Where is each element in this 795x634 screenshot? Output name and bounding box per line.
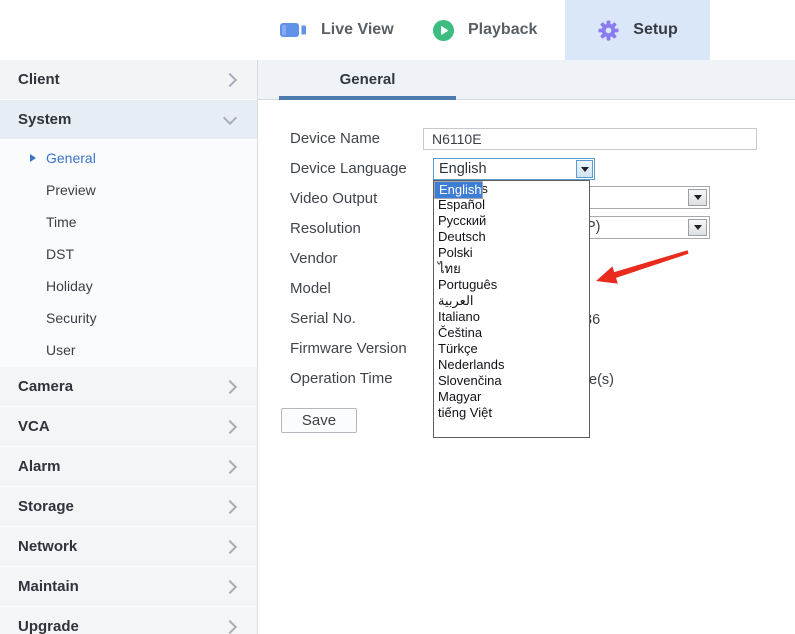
dropdown-arrow-icon (693, 225, 702, 230)
vendor-label: Vendor (290, 250, 338, 267)
chevron-right-icon (222, 419, 238, 434)
sidebar-group-label: Alarm (18, 458, 61, 475)
nav-playback-label: Playback (468, 21, 538, 38)
language-option-11[interactable]: Türkçe (434, 341, 589, 357)
sidebar-group-alarm[interactable]: Alarm (0, 447, 257, 487)
tab-general[interactable]: General (279, 60, 456, 99)
operation-time-label: Operation Time (290, 370, 393, 387)
serial-no-label: Serial No. (290, 310, 356, 327)
language-option-4[interactable]: Deutsch (434, 229, 589, 245)
sidebar-group-label: VCA (18, 418, 50, 435)
device-language-dropdown-button[interactable] (576, 160, 593, 178)
language-option-13[interactable]: Slovenčina (434, 373, 589, 389)
sidebar-group-system[interactable]: System (0, 100, 257, 140)
chevron-down-icon (222, 110, 238, 125)
dropdown-arrow-icon (580, 166, 589, 172)
content-tab-bar: General (258, 60, 795, 100)
nav-setup-label: Setup (633, 21, 678, 38)
nav-live-view-label: Live View (321, 21, 394, 38)
sidebar-item-label: Holiday (46, 278, 93, 294)
dropdown-arrow-icon (693, 195, 702, 200)
language-dropdown-list: EnglishFrançaisEspañolРусскийDeutschPols… (433, 180, 590, 438)
sidebar-group-label: Storage (18, 498, 74, 515)
settings-sidebar: Client System General Preview Time DST Holid… (0, 60, 258, 634)
language-option-14[interactable]: Magyar (434, 389, 589, 405)
chevron-right-icon (222, 499, 238, 514)
language-option-15[interactable]: tiếng Việt (434, 405, 589, 421)
chevron-right-icon (222, 579, 238, 594)
sidebar-group-storage[interactable]: Storage (0, 487, 257, 527)
sidebar-group-client-label: Client (18, 71, 60, 88)
language-option-0[interactable]: English (434, 181, 483, 199)
language-option-12[interactable]: Nederlands (434, 357, 589, 373)
language-option-3[interactable]: Русский (434, 213, 589, 229)
chevron-right-icon (222, 72, 238, 87)
operation-time-value-fragment: e(s) (589, 372, 614, 388)
language-option-7[interactable]: Português (434, 277, 589, 293)
sidebar-group-label: Network (18, 538, 78, 555)
sidebar-item-security[interactable]: Security (0, 302, 257, 334)
sidebar-group-vca[interactable]: VCA (0, 407, 257, 447)
device-setup-screen: Live View Playback Setup Client System G… (0, 0, 795, 634)
video-output-label: Video Output (290, 190, 378, 207)
sidebar-item-dst[interactable]: DST (0, 238, 257, 270)
play-circle-icon (432, 19, 455, 41)
sidebar-item-user[interactable]: User (0, 334, 257, 366)
save-button[interactable]: Save (281, 408, 357, 433)
top-navigation-bar: Live View Playback Setup (0, 0, 795, 60)
sidebar-group-upgrade[interactable]: Upgrade (0, 607, 257, 634)
video-output-dropdown-button[interactable] (688, 189, 707, 206)
sidebar-group-label: Camera (18, 378, 74, 395)
sidebar-item-label: General (46, 150, 96, 166)
video-camera-icon (280, 23, 306, 37)
language-option-9[interactable]: Italiano (434, 309, 589, 325)
device-language-select[interactable]: English (433, 158, 595, 180)
nav-setup-active-tab[interactable]: Setup (565, 0, 710, 60)
chevron-right-icon (222, 539, 238, 554)
sidebar-group-network[interactable]: Network (0, 527, 257, 567)
chevron-right-icon (222, 619, 238, 634)
system-subnav: General Preview Time DST Holiday Security User (0, 140, 257, 367)
sidebar-item-label: DST (46, 246, 74, 262)
language-option-5[interactable]: Polski (434, 245, 589, 261)
sidebar-item-general[interactable]: General (0, 142, 257, 174)
language-option-10[interactable]: Čeština (434, 325, 589, 341)
sidebar-group-client[interactable]: Client (0, 60, 257, 100)
chevron-right-icon (222, 459, 238, 474)
device-name-input[interactable] (423, 128, 757, 150)
sidebar-item-label: Security (46, 310, 97, 326)
device-name-label: Device Name (290, 130, 381, 147)
sidebar-group-label: Upgrade (18, 618, 79, 634)
device-language-label: Device Language (290, 160, 407, 177)
sidebar-item-preview[interactable]: Preview (0, 174, 257, 206)
firmware-version-label: Firmware Version (290, 340, 407, 357)
sidebar-item-label: Preview (46, 182, 96, 198)
device-language-selected-value: English (439, 161, 487, 177)
sidebar-item-label: User (46, 342, 76, 358)
sidebar-item-time[interactable]: Time (0, 206, 257, 238)
sidebar-item-label: Time (46, 214, 77, 230)
sidebar-group-label: Maintain (18, 578, 79, 595)
sidebar-group-system-label: System (18, 111, 72, 128)
sidebar-group-maintain[interactable]: Maintain (0, 567, 257, 607)
language-option-8[interactable]: العربية (434, 293, 589, 309)
chevron-right-icon (222, 379, 238, 394)
tab-active-underline (279, 96, 456, 100)
sidebar-lower-groups: Camera VCA Alarm Storage Network Maintain Upgr… (0, 367, 257, 634)
active-item-marker-icon (30, 154, 36, 162)
model-label: Model (290, 280, 331, 297)
resolution-dropdown-button[interactable] (688, 219, 707, 236)
nav-playback[interactable]: Playback (432, 0, 537, 60)
language-option-6[interactable]: ไทย (434, 261, 589, 277)
language-option-2[interactable]: Español (434, 197, 589, 213)
resolution-label: Resolution (290, 220, 361, 237)
sidebar-item-holiday[interactable]: Holiday (0, 270, 257, 302)
nav-live-view[interactable]: Live View (280, 0, 394, 60)
sidebar-group-camera[interactable]: Camera (0, 367, 257, 407)
gear-icon (598, 19, 619, 41)
